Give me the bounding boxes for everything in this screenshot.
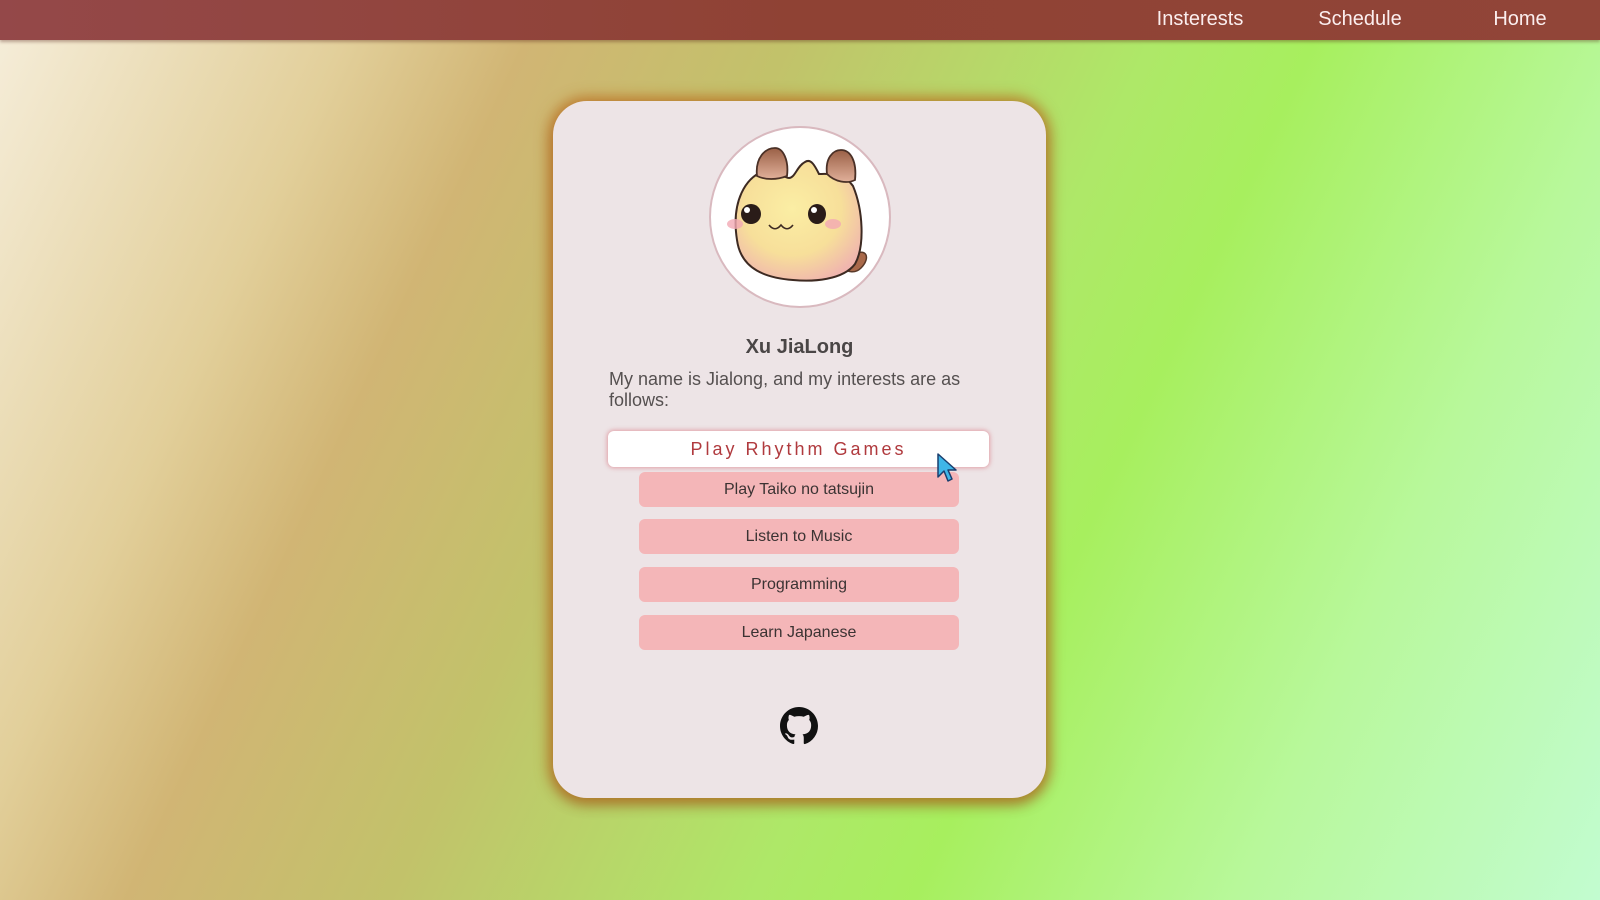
interest-button-japanese[interactable]: Learn Japanese [639,615,959,650]
top-nav-bar: Insterests Schedule Home [0,0,1600,40]
profile-card: Xu JiaLong My name is Jialong, and my in… [553,101,1046,798]
interest-button-rhythm-games[interactable]: Play Rhythm Games [608,431,989,467]
interest-button-programming[interactable]: Programming [639,567,959,602]
nav-link-home[interactable]: Home [1460,0,1580,38]
interest-button-taiko[interactable]: Play Taiko no tatsujin [639,472,959,507]
nav-link-interests[interactable]: Insterests [1140,0,1260,38]
interest-button-music[interactable]: Listen to Music [639,519,959,554]
avatar [709,126,891,308]
github-icon[interactable] [780,707,818,745]
mouse-cursor-icon [937,453,957,482]
cat-mascot-icon [727,147,868,282]
nav-link-schedule[interactable]: Schedule [1300,0,1420,38]
profile-intro: My name is Jialong, and my interests are… [609,369,961,410]
profile-name: Xu JiaLong [745,336,854,358]
